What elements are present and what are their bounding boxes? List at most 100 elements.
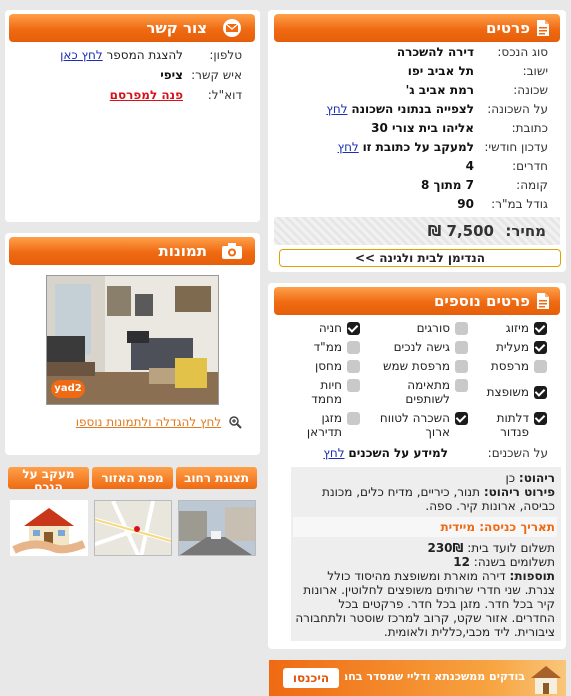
furniture-value: כן	[505, 471, 516, 485]
enlarge-photos-link[interactable]: לחץ להגדלה ולתמונות נוספו	[76, 415, 221, 429]
feature-checkbox-pets[interactable]	[347, 379, 360, 392]
tab-street-view[interactable]: תצוגת רחוב	[176, 467, 257, 489]
feature-label-tadiran-ac: מזגן תדיראן	[306, 411, 342, 439]
contact-header: צור קשר	[9, 14, 255, 42]
feature-checkbox-tadiran-ac[interactable]	[347, 412, 360, 425]
description-box: ריהוט: כן פירוט ריהוט: תנור, כיריים, מדי…	[291, 467, 561, 641]
enlarge-photos[interactable]: לחץ להגדלה ולתמונות נוספו	[76, 414, 242, 430]
furniture-detail-line: פירוט ריהוט: תנור, כיריים, מדיח כלים, מכ…	[295, 485, 555, 513]
neighborhood-data-link[interactable]: לחץ	[326, 102, 347, 116]
feature-checkbox-pandor-doors[interactable]	[534, 412, 547, 425]
feature-label-storage: מחסן	[314, 359, 342, 373]
yad2-watermark: yad2	[51, 380, 85, 398]
feature-label-elevator: מעלית	[495, 340, 529, 354]
contact-person-value: ציפי	[160, 68, 183, 82]
email-label: דוא"ל:	[207, 88, 242, 102]
details-title: פרטים	[486, 19, 530, 37]
mortgage-banner[interactable]: היכנסו בודקים ממשכנתא ודליי שמסדר בחמשכנ…	[269, 660, 566, 696]
photos-header: תמונות	[9, 237, 255, 265]
contact-title: צור קשר	[146, 19, 207, 37]
furniture-line: ריהוט: כן	[295, 471, 555, 485]
extra-details-header: פרטים נוספים	[274, 287, 560, 315]
tab-property-tracking-label: מעקב על הנכס	[22, 467, 75, 490]
entry-date-value: מיידית	[440, 520, 476, 534]
feature-checkbox-balcony[interactable]	[534, 360, 547, 373]
track-address-text: למעקב על כתובת זו	[362, 140, 474, 154]
neighbors-label: על השכנים:	[487, 446, 548, 460]
details-header: פרטים	[274, 14, 560, 42]
property-tracking-thumbnail[interactable]	[10, 500, 88, 556]
additions-label: תוספות:	[509, 569, 555, 583]
feature-checkbox-accessibility[interactable]	[455, 341, 468, 354]
feature-checkbox-long-term[interactable]	[455, 412, 468, 425]
entry-date-line: תאריך כניסה: מיידית	[293, 517, 557, 537]
monthly-update-label: עדכון חודשי:	[484, 140, 548, 154]
email-value: פנה למפרסם	[110, 87, 183, 103]
about-neighborhood-value: לצפייה בנתוני השכונה לחץ	[326, 101, 474, 117]
about-neighborhood-label: על השכונה:	[487, 102, 548, 116]
building-fee-line: תשלום לועד בית: 230₪	[295, 541, 555, 555]
house-icon	[531, 666, 561, 694]
feature-checkbox-roommates[interactable]	[455, 379, 468, 392]
tab-street-view-label: תצוגת רחוב	[184, 471, 249, 485]
size-value: 90	[457, 197, 474, 211]
contact-advertiser-link[interactable]: פנה למפרסם	[110, 88, 183, 102]
street-view-thumbnail[interactable]	[178, 500, 256, 556]
feature-checkbox-ac[interactable]	[534, 322, 547, 335]
feature-checkbox-sun-balcony[interactable]	[455, 360, 468, 373]
envelope-icon	[223, 19, 241, 37]
neighborhood-data-text: לצפייה בנתוני השכונה	[351, 102, 474, 116]
show-number-link[interactable]: לחץ כאן	[60, 48, 103, 62]
furniture-detail-label: פירוט ריהוט:	[483, 485, 555, 499]
address-label: כתובת:	[511, 121, 548, 135]
tab-area-map-label: מפת האזור	[101, 471, 164, 485]
banner-cta-label: היכנסו	[292, 671, 330, 685]
feature-label-pandor-doors: דלתות פנדור	[496, 411, 529, 439]
handyman-button[interactable]: הנדימן לבית ולגינה >>	[279, 249, 561, 267]
payments-per-year-line: תשלומים בשנה: 12	[295, 555, 555, 569]
feature-label-pets: חיות מחמד	[311, 378, 342, 406]
feature-label-parking: חניה	[318, 321, 342, 335]
phone-value: להצגת המספר לחץ כאן	[60, 47, 183, 63]
tab-area-map[interactable]: מפת האזור	[92, 467, 173, 489]
building-fee-label: תשלום לועד בית:	[467, 541, 555, 555]
feature-checkbox-parking[interactable]	[347, 322, 360, 335]
neighbors-value: למידע על השכנים לחץ	[323, 445, 448, 461]
furniture-label: ריהוט:	[518, 471, 555, 485]
neighborhood-value: רמת אביב ג'	[405, 83, 474, 97]
price-label: מחיר:	[505, 222, 546, 240]
building-fee-value: 230₪	[427, 541, 464, 555]
photos-panel: תמונות yad2 לחץ להגדלה ולתמונות נוספו	[5, 233, 260, 455]
city-label: ישוב:	[522, 64, 548, 78]
neighborhood-label: שכונה:	[513, 83, 548, 97]
additions-line: תוספות: דירה מוארת ומשופצת מהיסוד כולל צ…	[295, 569, 555, 639]
details-panel: פרטים סוג הנכס: דירה להשכרה ישוב: תל אבי…	[268, 10, 566, 272]
feature-checkbox-storage[interactable]	[347, 360, 360, 373]
feature-checkbox-bars[interactable]	[455, 322, 468, 335]
phone-label: טלפון:	[209, 48, 242, 62]
tab-property-tracking[interactable]: מעקב על הנכס	[8, 467, 89, 489]
track-address-link[interactable]: לחץ	[338, 140, 359, 154]
feature-checkbox-renovated[interactable]	[534, 386, 547, 399]
document-icon	[537, 20, 549, 36]
area-map-thumbnail[interactable]	[94, 500, 172, 556]
neighbors-info-link[interactable]: לחץ	[323, 446, 344, 460]
banner-main-text: בודקים ממשכנתא ודליי שמסדר בחמשכנתא	[345, 670, 525, 683]
magnifier-plus-icon	[229, 416, 242, 429]
apartment-photo[interactable]: yad2	[46, 275, 219, 405]
document-icon	[537, 293, 549, 309]
extra-details-panel: פרטים נוספים מיזוג סורגים חניה מעלית גיש…	[268, 283, 566, 649]
feature-label-balcony: מרפסת	[490, 359, 529, 373]
banner-cta-button[interactable]: היכנסו	[283, 668, 339, 688]
entry-date-label: תאריך כניסה:	[479, 520, 555, 534]
feature-label-sun-balcony: מרפסת שמש	[382, 359, 450, 373]
address-value: אליהו בית צורי 30	[371, 121, 474, 135]
feature-checkbox-safe-room[interactable]	[347, 341, 360, 354]
rooms-label: חדרים:	[512, 159, 548, 173]
feature-checkbox-elevator[interactable]	[534, 341, 547, 354]
feature-label-safe-room: ממ"ד	[313, 340, 342, 354]
payments-per-year-label: תשלומים בשנה:	[473, 555, 555, 569]
floor-label: קומה:	[516, 178, 548, 192]
feature-label-renovated: משופצת	[486, 385, 529, 399]
camera-icon	[222, 243, 242, 259]
